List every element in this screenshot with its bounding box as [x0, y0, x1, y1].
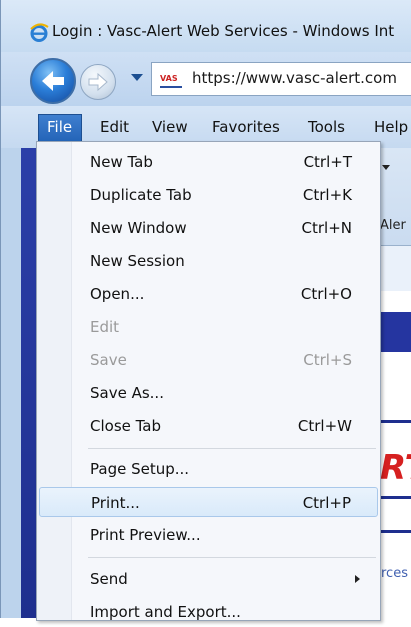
menu-item-new-window[interactable]: New Window Ctrl+N — [39, 213, 378, 243]
menu-item-import-export[interactable]: Import and Export... — [39, 597, 378, 627]
page-divider — [380, 530, 411, 533]
navigation-bar: VAS https://www.vasc-alert.com — [1, 52, 411, 106]
menu-item-shortcut: Ctrl+T — [303, 153, 352, 171]
address-url[interactable]: https://www.vasc-alert.com — [192, 69, 397, 87]
menu-item-label: Print... — [91, 494, 140, 512]
menu-item-label: New Session — [90, 252, 185, 270]
title-bar: Login : Vasc-Alert Web Services - Window… — [1, 0, 411, 52]
internet-explorer-icon — [30, 23, 49, 42]
menu-item-label: Save — [90, 351, 127, 369]
menu-item-shortcut: Ctrl+S — [303, 351, 352, 369]
menu-file-label: File — [47, 118, 73, 136]
page-header-bar — [379, 312, 411, 352]
menu-tools[interactable]: Tools — [308, 118, 345, 136]
menu-view[interactable]: View — [152, 118, 188, 136]
menu-item-new-session[interactable]: New Session — [39, 246, 378, 276]
chevron-down-icon[interactable] — [382, 165, 390, 170]
menu-item-label: Page Setup... — [90, 460, 190, 478]
menu-favorites[interactable]: Favorites — [212, 118, 280, 136]
page-divider — [380, 496, 411, 499]
tab-label-fragment[interactable]: Aler — [380, 218, 406, 233]
menu-item-send[interactable]: Send — [39, 564, 378, 594]
menu-item-shortcut: Ctrl+P — [302, 494, 351, 512]
history-dropdown-icon[interactable] — [131, 74, 143, 81]
menu-item-label: Edit — [90, 318, 120, 336]
file-menu-dropdown: New Tab Ctrl+T Duplicate Tab Ctrl+K New … — [36, 141, 381, 621]
menu-item-label: Close Tab — [90, 417, 162, 435]
site-favicon-icon: VAS — [160, 72, 182, 88]
menu-item-label: Save As... — [90, 384, 164, 402]
back-button[interactable] — [30, 58, 76, 104]
menu-item-shortcut: Ctrl+W — [297, 417, 352, 435]
arrow-left-icon — [42, 71, 64, 91]
menu-item-open[interactable]: Open... Ctrl+O — [39, 279, 378, 309]
menu-item-print[interactable]: Print... Ctrl+P — [39, 487, 378, 517]
menu-edit[interactable]: Edit — [100, 118, 129, 136]
menu-item-shortcut: Ctrl+K — [302, 186, 352, 204]
logo-fragment: RT — [380, 448, 411, 488]
menu-item-shortcut: Ctrl+O — [300, 285, 352, 303]
menu-item-close-tab[interactable]: Close Tab Ctrl+W — [39, 411, 378, 441]
menu-item-label: Send — [90, 570, 128, 588]
menu-item-label: New Tab — [90, 153, 153, 171]
browser-window: Login : Vasc-Alert Web Services - Window… — [0, 0, 411, 621]
arrow-right-icon — [88, 72, 108, 92]
page-divider — [380, 420, 411, 423]
address-bar[interactable]: VAS https://www.vasc-alert.com — [151, 62, 411, 96]
menu-help[interactable]: Help — [374, 118, 408, 136]
menu-item-page-setup[interactable]: Page Setup... — [39, 454, 378, 484]
menu-item-edit: Edit — [39, 312, 378, 342]
menu-file[interactable]: File — [38, 114, 82, 142]
link-fragment[interactable]: rces — [381, 566, 408, 581]
menu-item-new-tab[interactable]: New Tab Ctrl+T — [39, 147, 378, 177]
menu-item-label: New Window — [90, 219, 187, 237]
menu-separator — [88, 448, 376, 449]
window-title: Login : Vasc-Alert Web Services - Window… — [52, 22, 395, 40]
menu-item-label: Print Preview... — [90, 526, 201, 544]
browser-tab[interactable] — [379, 245, 411, 291]
menu-item-print-preview[interactable]: Print Preview... — [39, 520, 378, 550]
menu-separator — [88, 557, 376, 558]
menu-item-save: Save Ctrl+S — [39, 345, 378, 375]
forward-button[interactable] — [80, 64, 116, 100]
menu-item-label: Duplicate Tab — [90, 186, 192, 204]
menu-item-label: Open... — [90, 285, 145, 303]
menu-item-shortcut: Ctrl+N — [301, 219, 352, 237]
menu-item-duplicate-tab[interactable]: Duplicate Tab Ctrl+K — [39, 180, 378, 210]
submenu-arrow-icon — [355, 575, 360, 583]
menu-item-label: Import and Export... — [90, 603, 241, 621]
menu-item-save-as[interactable]: Save As... — [39, 378, 378, 408]
